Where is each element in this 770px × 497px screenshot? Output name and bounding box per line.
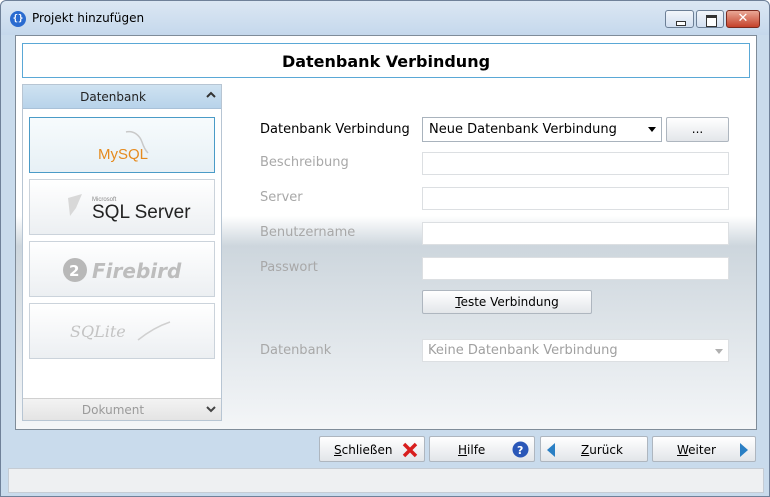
close-accel: S xyxy=(334,443,342,457)
sidebar-section-header[interactable]: Datenbank xyxy=(23,85,221,109)
mysql-label: MySQL xyxy=(98,146,148,163)
database-label: Datenbank xyxy=(260,343,332,358)
sidebar-footer-label: Dokument xyxy=(81,403,145,417)
help-label: ilfe xyxy=(467,443,486,457)
username-label: Benutzername xyxy=(260,225,356,240)
window-title: Projekt hinzufügen xyxy=(32,11,145,25)
username-field[interactable] xyxy=(422,222,729,245)
next-label: eiter xyxy=(688,443,716,457)
minimize-icon xyxy=(666,11,693,27)
db-option-firebird[interactable]: 2 Firebird xyxy=(29,241,215,297)
app-icon: {} xyxy=(10,11,26,27)
page-title: Datenbank Verbindung xyxy=(281,52,491,71)
db-option-mysql[interactable]: MySQL xyxy=(29,117,215,173)
chevron-up-icon xyxy=(206,91,216,98)
password-label: Passwort xyxy=(260,260,318,275)
next-button[interactable]: Weiter xyxy=(652,436,756,462)
database-select-value: Keine Datenbank Verbindung xyxy=(428,343,618,358)
sqlserver-label: SQL Server xyxy=(92,202,191,223)
sqlite-logo: SQLite xyxy=(70,321,171,341)
help-icon: ? xyxy=(512,441,529,458)
sqlserver-logo: Microsoft SQL Server xyxy=(68,194,191,223)
connection-select[interactable]: Neue Datenbank Verbindung xyxy=(422,117,662,142)
sqlite-label: SQLite xyxy=(70,322,126,341)
dropdown-arrow-icon xyxy=(715,349,723,354)
test-connection-label: este Verbindung xyxy=(460,295,559,309)
status-bar xyxy=(8,468,764,493)
close-window-button[interactable]: ✕ xyxy=(726,10,760,28)
close-label: chließen xyxy=(341,443,393,457)
svg-text:?: ? xyxy=(517,444,523,457)
red-x-icon xyxy=(402,442,418,458)
back-button[interactable]: Zurück xyxy=(540,436,648,462)
database-select[interactable]: Keine Datenbank Verbindung xyxy=(422,339,729,362)
test-connection-button[interactable]: Teste Verbindung xyxy=(422,290,592,314)
connection-select-value: Neue Datenbank Verbindung xyxy=(429,122,617,137)
minimize-button[interactable] xyxy=(665,10,694,28)
dialog-window: {} Projekt hinzufügen ✕ Datenbank Verbin… xyxy=(0,0,770,497)
db-option-sqlserver[interactable]: Microsoft SQL Server xyxy=(29,179,215,235)
connection-more-button[interactable]: ... xyxy=(666,117,729,142)
next-arrow-icon xyxy=(740,443,748,457)
firebird-label: Firebird xyxy=(92,259,182,283)
close-icon: ✕ xyxy=(737,11,749,26)
sidebar-section-label: Datenbank xyxy=(80,90,146,104)
password-field[interactable] xyxy=(422,257,729,280)
sidebar-footer-section[interactable]: Dokument xyxy=(23,398,221,420)
description-label: Beschreibung xyxy=(260,155,349,170)
chevron-down-icon xyxy=(206,406,216,413)
database-sidebar: Datenbank MySQL Microsoft SQL Server 2 F… xyxy=(22,84,222,421)
title-bar[interactable]: {} Projekt hinzufügen ✕ xyxy=(1,1,769,35)
server-label: Server xyxy=(260,190,303,205)
connection-label: Datenbank Verbindung xyxy=(260,122,410,137)
maximize-button[interactable] xyxy=(696,10,724,28)
next-accel: W xyxy=(677,443,689,457)
back-label: urück xyxy=(589,443,623,457)
server-field[interactable] xyxy=(422,187,729,210)
help-button[interactable]: Hilfe ? xyxy=(429,436,535,462)
firebird-logo: 2 Firebird xyxy=(63,258,182,283)
db-option-sqlite[interactable]: SQLite xyxy=(29,303,215,359)
dropdown-arrow-icon xyxy=(648,127,656,132)
close-button[interactable]: Schließen xyxy=(319,436,425,462)
back-accel: Z xyxy=(581,443,590,457)
mysql-logo: MySQL xyxy=(98,130,149,163)
help-accel: H xyxy=(458,443,468,457)
wizard-page: Datenbank Verbindung Datenbank MySQL Mic… xyxy=(15,35,757,430)
back-arrow-icon xyxy=(547,443,555,457)
description-field[interactable] xyxy=(422,152,729,175)
page-header: Datenbank Verbindung xyxy=(22,43,750,78)
svg-text:2: 2 xyxy=(69,262,79,280)
maximize-icon xyxy=(697,11,723,27)
